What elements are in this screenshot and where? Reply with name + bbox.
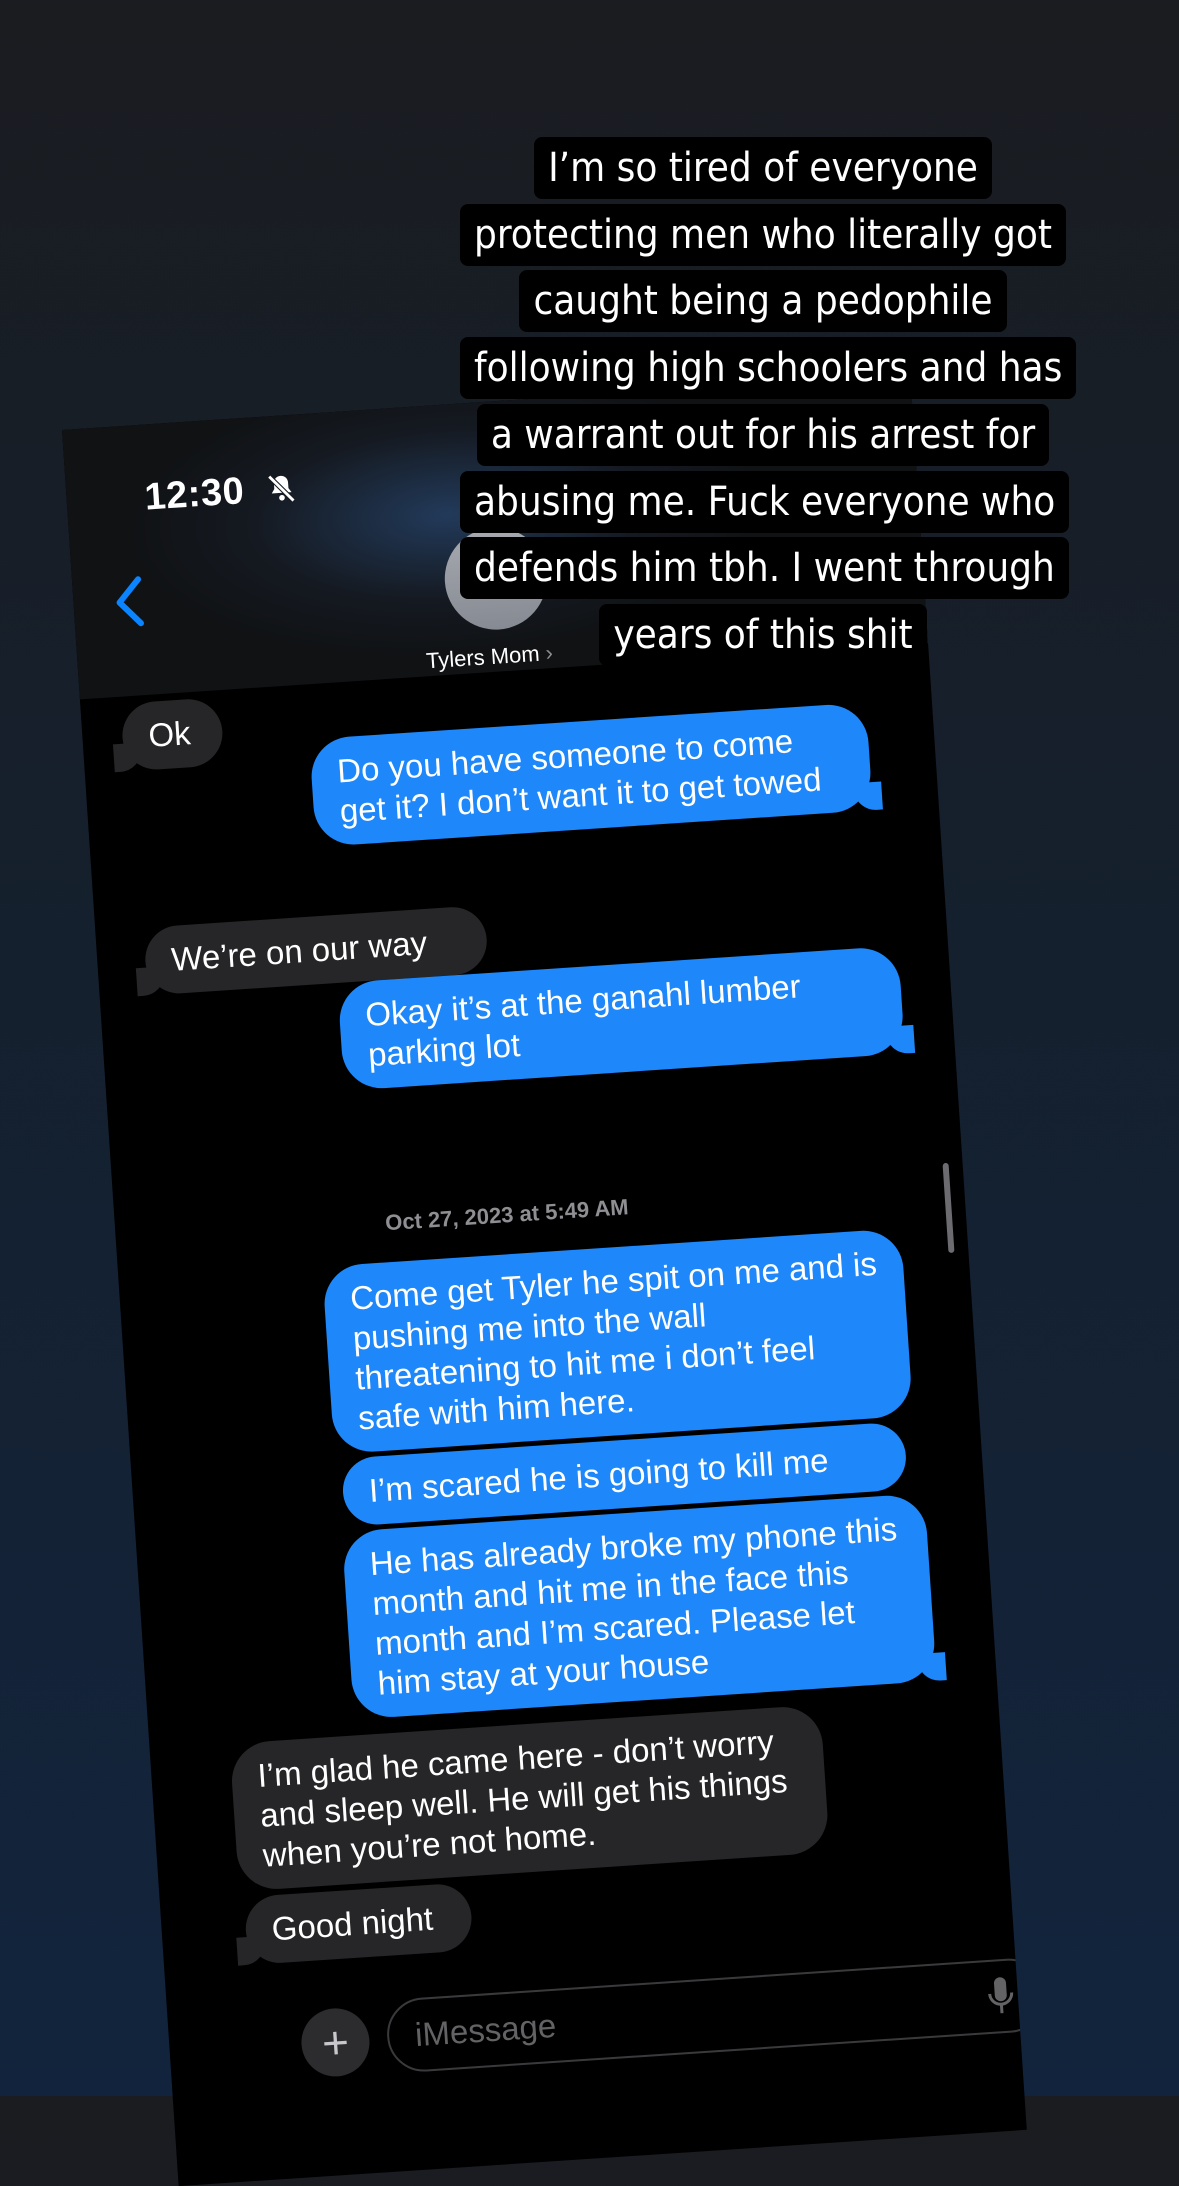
message-incoming: I’m glad he came here - don’t worry and … <box>229 1704 830 1892</box>
message-outgoing: He has already broke my phone this month… <box>341 1493 937 1720</box>
message-input[interactable]: iMessage <box>384 1956 1027 2074</box>
story-caption: I’m so tired of everyone protecting men … <box>460 135 1077 669</box>
caption-text: I’m so tired of everyone protecting men … <box>460 137 1077 666</box>
microphone-icon[interactable] <box>985 1974 1018 2018</box>
chevron-left-icon[interactable] <box>112 575 145 629</box>
scrollbar[interactable] <box>942 1162 955 1254</box>
message-outgoing: Come get Tyler he spit on me and is push… <box>322 1228 914 1455</box>
add-attachment-button[interactable]: + <box>299 2006 372 2079</box>
message-outgoing: Do you have someone to come get it? I do… <box>309 702 873 848</box>
bell-slash-icon <box>267 474 296 503</box>
message-incoming: Good night <box>243 1882 474 1966</box>
message-input-placeholder: iMessage <box>413 2006 558 2054</box>
status-time: 12:30 <box>143 470 246 519</box>
message-incoming: Ok <box>120 697 225 772</box>
message-timestamp: Oct 27, 2023 at 5:49 AM <box>384 1194 630 1236</box>
